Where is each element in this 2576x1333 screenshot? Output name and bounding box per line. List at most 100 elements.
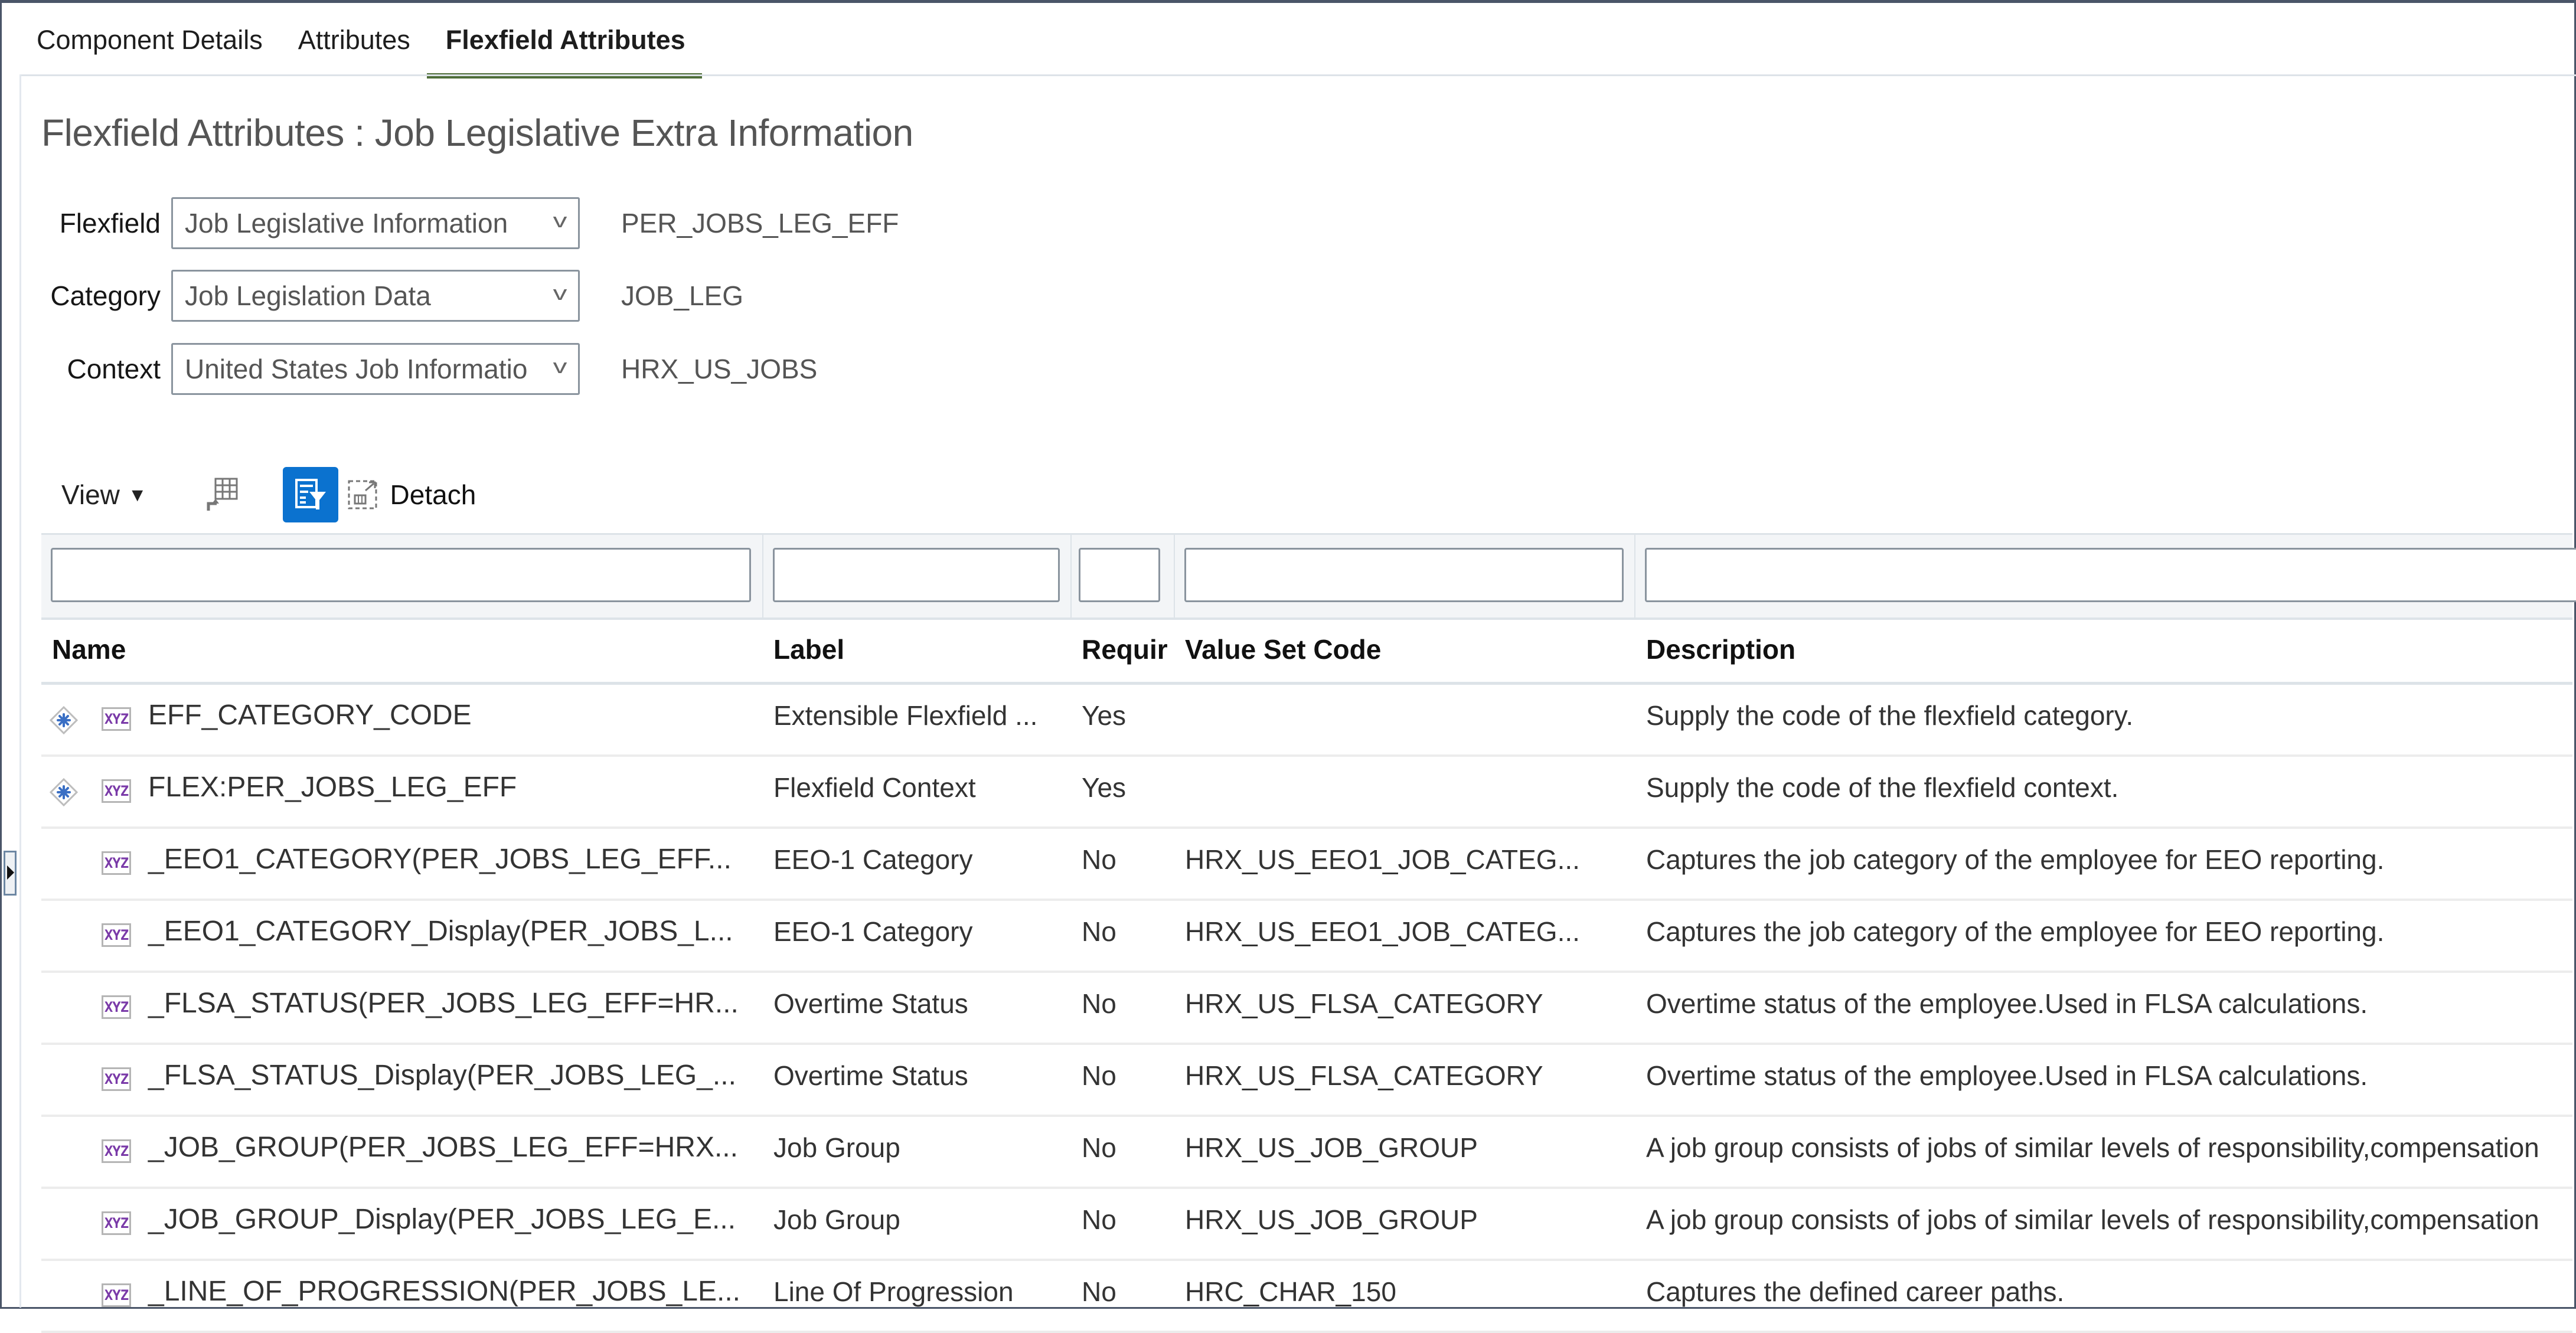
cell-label: Extensible Flexfield ... [773,700,1038,731]
category-row: Category Job Legislation Data v JOB_LEG [35,269,743,322]
category-select[interactable]: Job Legislation Data v [171,270,580,322]
cell-name: _EEO1_CATEGORY_Display(PER_JOBS_L... [148,916,733,947]
table-row[interactable]: XYZ FLEX:PER_JOBS_LEG_EFF Flexfield Cont… [41,757,2572,829]
context-select[interactable]: United States Job Information v [171,343,580,395]
cell-label: Job Group [773,1132,900,1163]
cell-value-set-code: HRX_US_JOB_GROUP [1185,1132,1478,1163]
text-attribute-icon: XYZ [102,1139,131,1163]
category-label: Category [50,280,161,311]
query-by-example-icon [295,479,326,509]
column-header-description[interactable]: Description [1646,617,1795,682]
expand-arrow-icon [7,865,14,880]
text-attribute-icon: XYZ [102,995,131,1019]
cell-name: FLEX:PER_JOBS_LEG_EFF [148,772,517,803]
cell-description: Captures the defined career paths. [1646,1276,2065,1307]
cell-required: No [1082,916,1116,947]
cell-required: No [1082,1132,1116,1163]
cell-description: A job group consists of jobs of similar … [1646,1204,2539,1235]
cell-value-set-code [1185,757,1634,826]
query-by-example-button[interactable] [282,467,338,522]
context-code: HRX_US_JOBS [621,354,818,384]
table-toolbar: View ▼ Detach [61,465,476,524]
flexfield-row: Flexfield Job Legislative Information v … [35,197,899,250]
column-header-name[interactable]: Name [52,617,126,682]
chevron-down-icon: v [553,355,567,378]
category-code: JOB_LEG [621,280,744,311]
cell-name: _JOB_GROUP_Display(PER_JOBS_LEG_E... [148,1204,736,1235]
cell-required: No [1082,1204,1116,1235]
chevron-down-icon: v [553,282,567,305]
cell-description: Captures the job category of the employe… [1646,916,2385,947]
cell-name: _JOB_GROUP(PER_JOBS_LEG_EFF=HRX... [148,1132,738,1163]
required-indicator-icon [50,706,78,734]
context-select-value: United States Job Information [185,354,527,384]
context-label: Context [67,354,161,384]
table-row[interactable]: XYZ _LINE_OF_PROGRESSION(PER_JOBS_LE... … [41,1261,2572,1333]
chevron-down-icon: v [553,210,567,232]
view-label: View [61,479,120,510]
tab-divider [19,74,2576,76]
filter-input-label[interactable] [773,548,1060,602]
cell-value-set-code: HRX_US_JOB_GROUP [1185,1204,1478,1235]
page-title: Flexfield Attributes : Job Legislative E… [41,112,913,154]
cell-value-set-code: HRC_CHAR_150 [1185,1276,1396,1307]
column-header-value-set-code[interactable]: Value Set Code [1185,617,1381,682]
cell-name: _FLSA_STATUS_Display(PER_JOBS_LEG_... [148,1060,736,1091]
cell-description: Supply the code of the flexfield categor… [1646,700,2134,731]
cell-required: Yes [1082,700,1127,731]
filter-cell-value-set-code [1175,535,1635,618]
view-menu-button[interactable]: View ▼ [61,479,147,511]
table-row[interactable]: XYZ _FLSA_STATUS(PER_JOBS_LEG_EFF=HR... … [41,973,2572,1045]
text-attribute-icon: XYZ [102,1283,131,1307]
filter-input-value-set-code[interactable] [1184,548,1624,602]
freeze-columns-icon [207,478,238,511]
column-header-required[interactable]: Requir [1082,617,1168,682]
text-attribute-icon: XYZ [102,707,131,731]
filter-input-description[interactable] [1645,548,2576,602]
text-attribute-icon: XYZ [102,923,131,947]
cell-name: _LINE_OF_PROGRESSION(PER_JOBS_LE... [148,1276,741,1307]
filter-input-required[interactable] [1079,548,1160,602]
filter-cell-description [1635,535,2576,618]
table-row[interactable]: XYZ EFF_CATEGORY_CODE Extensible Flexfie… [41,685,2572,757]
cell-description: Overtime status of the employee.Used in … [1646,1060,2368,1091]
cell-description: Supply the code of the flexfield context… [1646,772,2119,803]
panel-border [19,74,21,1308]
table-row[interactable]: XYZ _JOB_GROUP_Display(PER_JOBS_LEG_E...… [41,1189,2572,1261]
cell-label: Line Of Progression [773,1276,1014,1307]
cell-name: _EEO1_CATEGORY(PER_JOBS_LEG_EFF... [148,844,732,875]
filter-input-name[interactable] [51,548,751,602]
filter-cell-name [41,535,763,618]
cell-label: Overtime Status [773,988,968,1019]
freeze-columns-button[interactable] [194,467,250,522]
cell-label: EEO-1 Category [773,916,973,947]
filter-row [41,533,2576,620]
panel-splitter-handle[interactable] [4,851,17,896]
cell-description: Captures the job category of the employe… [1646,844,2385,875]
text-attribute-icon: XYZ [102,1211,131,1235]
cell-name: _FLSA_STATUS(PER_JOBS_LEG_EFF=HR... [148,988,739,1019]
tab-flexfield-attributes[interactable]: Flexfield Attributes [426,22,703,79]
cell-value-set-code: HRX_US_FLSA_CATEGORY [1185,988,1543,1019]
tab-component-details[interactable]: Component Details [37,22,280,79]
cell-label: EEO-1 Category [773,844,973,875]
table-row[interactable]: XYZ _EEO1_CATEGORY(PER_JOBS_LEG_EFF... E… [41,829,2572,901]
table-header: Name Label Requir Value Set Code Descrip… [41,617,2572,685]
column-header-label[interactable]: Label [773,617,844,682]
flexfield-select[interactable]: Job Legislative Information v [171,197,580,249]
table-row[interactable]: XYZ _EEO1_CATEGORY_Display(PER_JOBS_L...… [41,901,2572,973]
cell-value-set-code: HRX_US_FLSA_CATEGORY [1185,1060,1543,1091]
cell-required: Yes [1082,772,1127,803]
cell-description: Overtime status of the employee.Used in … [1646,988,2368,1019]
cell-description: A job group consists of jobs of similar … [1646,1132,2539,1163]
required-indicator-icon [50,778,78,806]
filter-cell-label [763,535,1072,618]
tab-attributes[interactable]: Attributes [298,22,428,79]
table-row[interactable]: XYZ _FLSA_STATUS_Display(PER_JOBS_LEG_..… [41,1045,2572,1117]
tab-bar: Component Details Attributes Flexfield A… [37,22,721,79]
detach-button[interactable]: Detach [347,478,476,512]
cell-required: No [1082,988,1116,1019]
table-row[interactable]: XYZ _JOB_GROUP(PER_JOBS_LEG_EFF=HRX... J… [41,1117,2572,1189]
cell-value-set-code: HRX_US_EEO1_JOB_CATEG... [1185,844,1580,875]
table-body: XYZ EFF_CATEGORY_CODE Extensible Flexfie… [41,685,2572,1333]
